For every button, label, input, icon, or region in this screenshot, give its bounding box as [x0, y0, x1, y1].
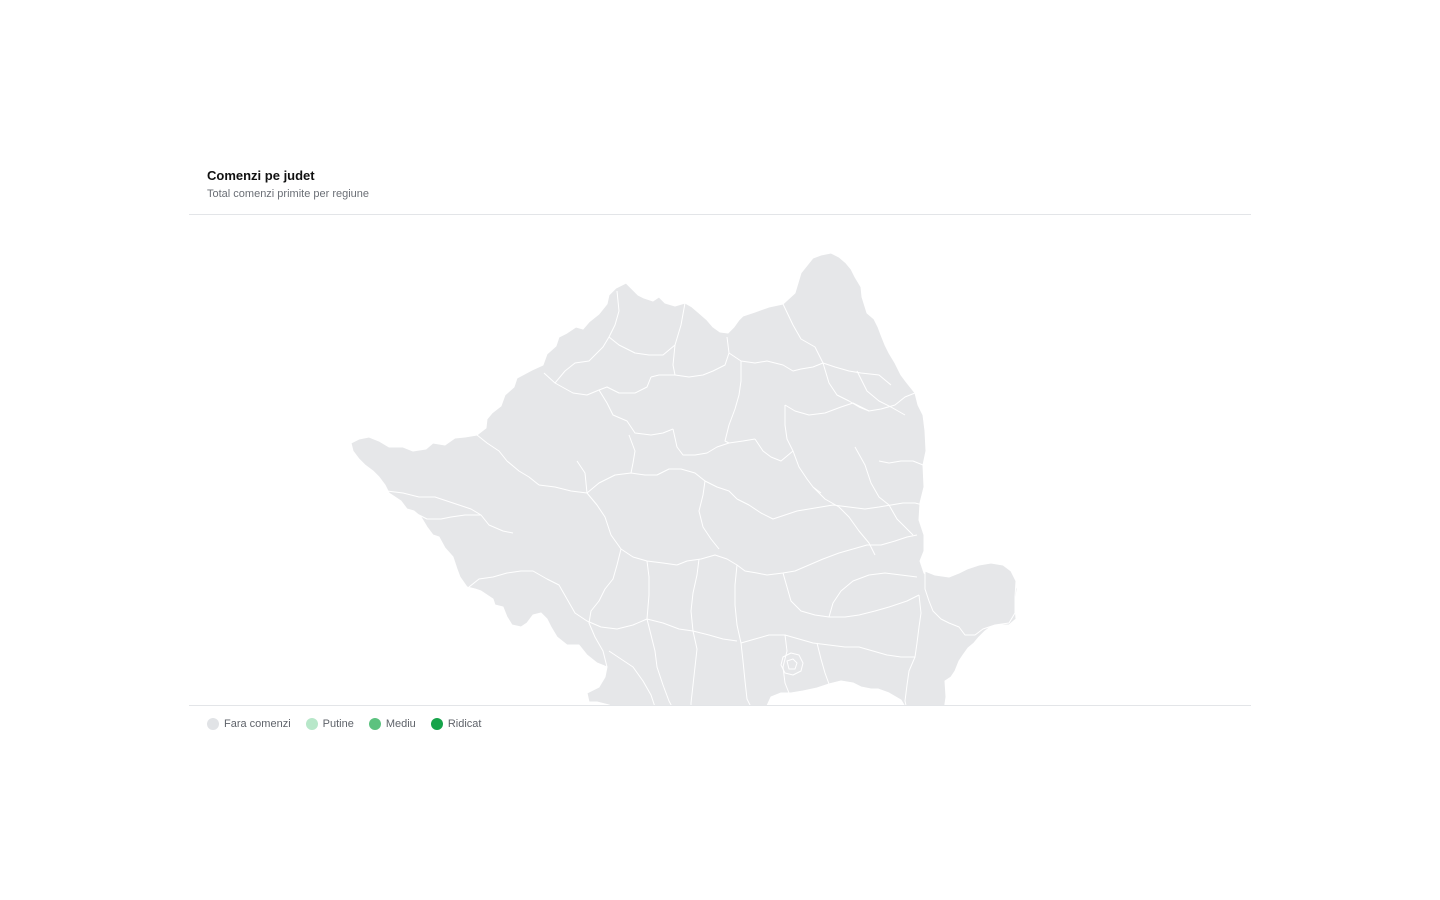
legend-item-high: Ridicat [430, 718, 482, 730]
card-footer: Fara comenzi Putine Mediu Ridicat [189, 705, 1251, 741]
legend-item-none: Fara comenzi [207, 718, 291, 730]
legend-item-medium: Mediu [368, 718, 416, 730]
card-subtitle: Total comenzi primite per regiune [207, 188, 370, 200]
legend-dot-high [430, 718, 443, 730]
legend-label-none: Fara comenzi [224, 718, 291, 730]
card-title: Comenzi pe judet [207, 168, 315, 183]
map-legend: Fara comenzi Putine Mediu Ridicat [207, 718, 481, 730]
legend-dot-few [305, 718, 318, 730]
legend-label-few: Putine [322, 718, 354, 730]
orders-by-county-card: Comenzi pe judet Total comenzi primite p… [189, 157, 1251, 740]
romania-county-map [189, 215, 1251, 705]
map-country-outline[interactable] [350, 252, 1018, 705]
card-header: Comenzi pe judet Total comenzi primite p… [189, 157, 1251, 215]
legend-label-medium: Mediu [385, 718, 416, 730]
legend-dot-none [207, 718, 219, 730]
map-svg [350, 252, 1018, 705]
legend-dot-medium [368, 718, 381, 730]
legend-item-few: Putine [305, 718, 354, 730]
legend-label-high: Ridicat [447, 718, 482, 730]
